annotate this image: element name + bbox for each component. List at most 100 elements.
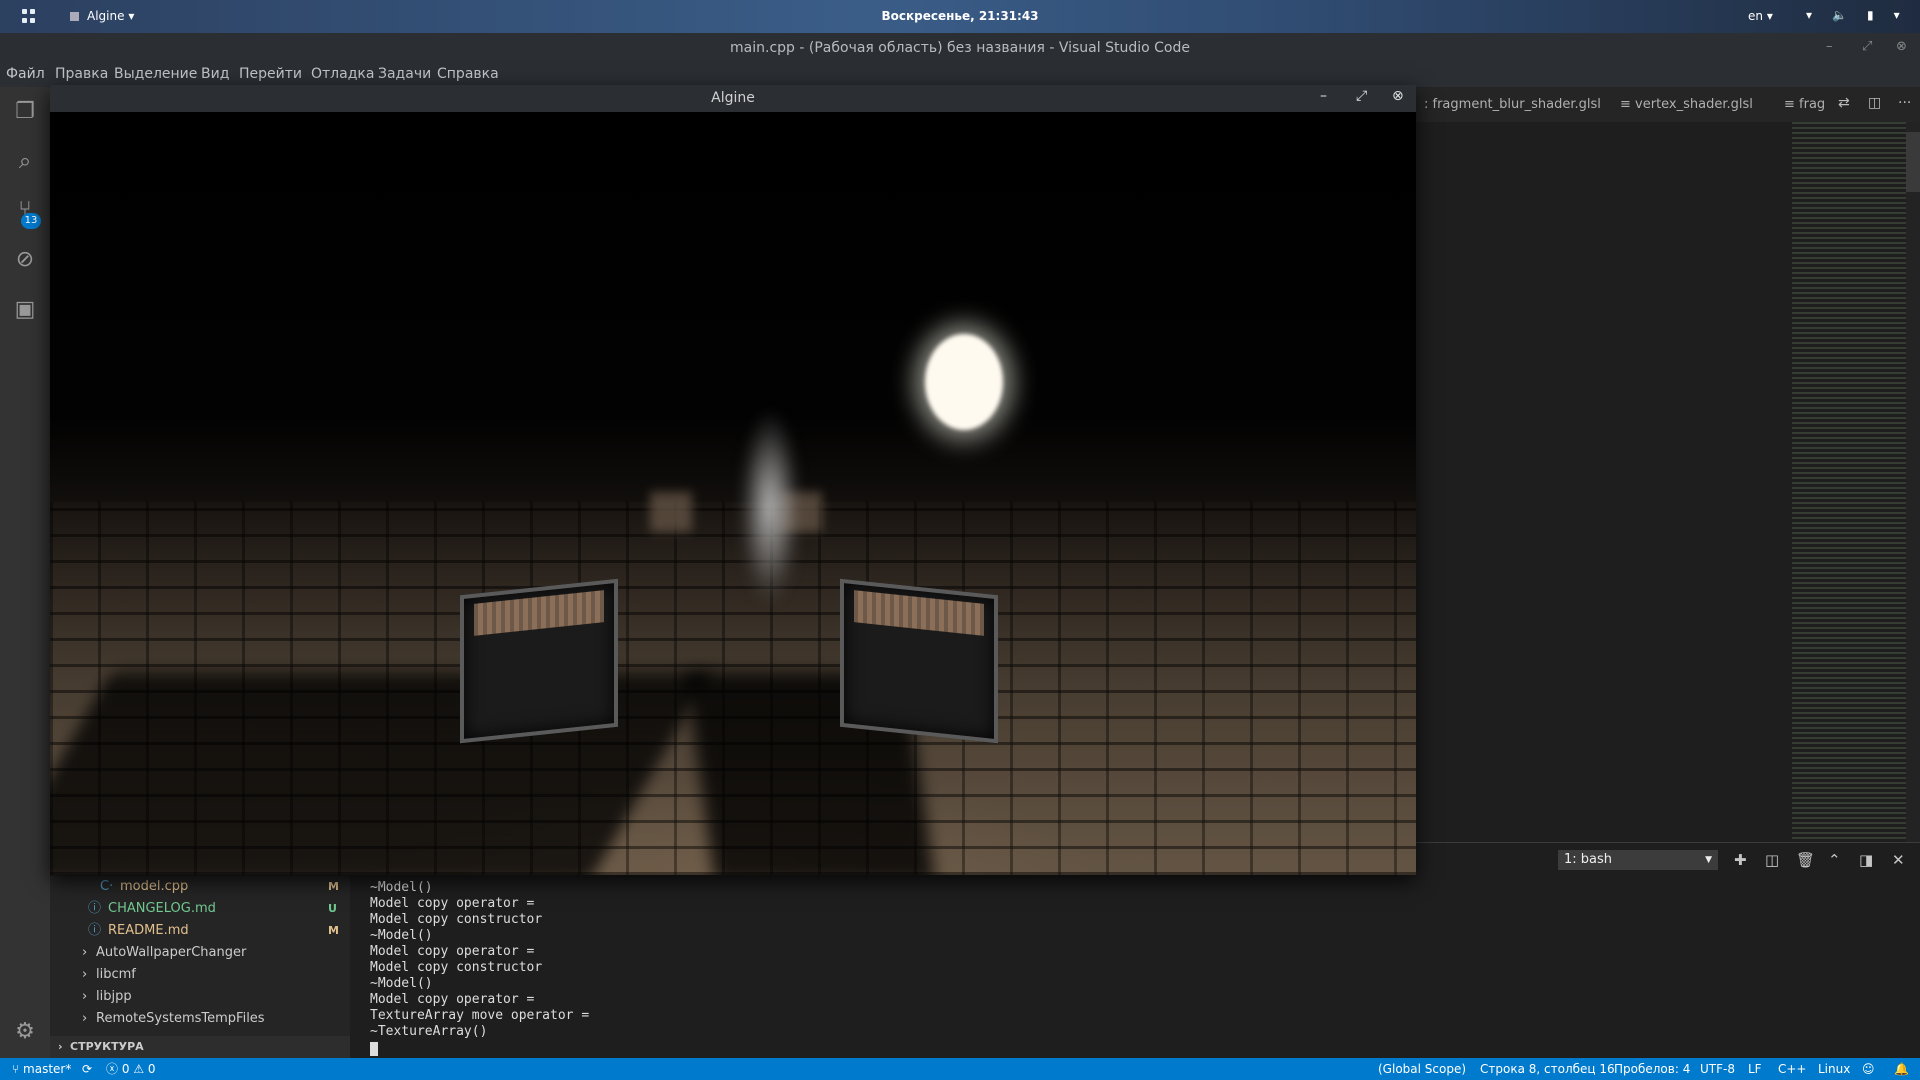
- clock[interactable]: Воскресенье, 21:31:43: [0, 9, 1920, 23]
- line-ending[interactable]: LF: [1748, 1058, 1762, 1080]
- tab-vertex-shader[interactable]: ≡ vertex_shader.glsl: [1620, 97, 1753, 112]
- crate: [460, 578, 618, 744]
- list-item[interactable]: ⓘ README.md M: [50, 920, 350, 942]
- terminal-line: Model copy operator =: [370, 944, 535, 959]
- status-bar: ⑂ master* ⟳ ⓧ 0 ⚠ 0 (Global Scope) Строк…: [0, 1058, 1920, 1080]
- algine-titlebar[interactable]: Algine – ⤢ ⊗: [50, 85, 1416, 112]
- terminal-line: ~TextureArray(): [370, 1024, 488, 1039]
- compare-icon[interactable]: ⇄: [1838, 95, 1850, 111]
- terminal-line: Model copy operator =: [370, 992, 535, 1007]
- menu-edit[interactable]: Правка: [55, 66, 108, 82]
- gear-icon[interactable]: ⚙: [12, 1019, 38, 1045]
- cursor-position[interactable]: Строка 8, столбец 16: [1480, 1058, 1615, 1080]
- menu-bar: Файл Правка Выделение Вид Перейти Отладк…: [0, 63, 1920, 87]
- wifi-icon: ▾: [1806, 8, 1833, 22]
- git-status: M: [328, 924, 339, 937]
- tab-fragment-blur-shader[interactable]: : fragment_blur_shader.glsl: [1424, 97, 1601, 112]
- volume-icon: 🔈: [1832, 8, 1867, 22]
- branch-icon: ⑂: [12, 1062, 20, 1076]
- cpp-file-icon: C·: [100, 879, 114, 894]
- terminal-line: ~Model(): [370, 880, 433, 895]
- bell-icon[interactable]: 🔔: [1894, 1058, 1909, 1080]
- warning-icon: ⚠: [133, 1062, 145, 1076]
- problems-indicator[interactable]: ⓧ 0 ⚠ 0: [106, 1058, 156, 1080]
- chevron-right-icon: ›: [58, 1040, 63, 1053]
- chevron-right-icon: ›: [82, 967, 88, 982]
- maximize-icon[interactable]: ⤢: [1862, 39, 1872, 54]
- language-mode[interactable]: C++: [1778, 1058, 1807, 1080]
- git-status: U: [328, 902, 337, 915]
- menu-go[interactable]: Перейти: [239, 66, 302, 82]
- platform[interactable]: Linux: [1818, 1058, 1850, 1080]
- chevron-right-icon: ›: [82, 1011, 88, 1026]
- terminal-line: Model copy constructor: [370, 912, 543, 927]
- extensions-icon[interactable]: ▣: [12, 297, 38, 323]
- terminal-line: Model copy constructor: [370, 960, 543, 975]
- minimize-icon[interactable]: –: [1320, 88, 1327, 104]
- feedback-icon[interactable]: ☺: [1862, 1058, 1875, 1080]
- git-branch[interactable]: ⑂ master*: [12, 1058, 71, 1080]
- add-terminal-icon[interactable]: ✚: [1734, 851, 1747, 869]
- menu-view[interactable]: Вид: [201, 66, 229, 82]
- menu-help[interactable]: Справка: [437, 66, 499, 82]
- minimize-icon[interactable]: –: [1826, 39, 1833, 54]
- language-indicator[interactable]: en ▾: [1748, 9, 1773, 23]
- window-titlebar: main.cpp - (Рабочая область) без названи…: [0, 33, 1920, 63]
- chevron-right-icon: ›: [82, 989, 88, 1004]
- info-icon: ⓘ: [88, 901, 102, 916]
- menu-selection[interactable]: Выделение: [114, 66, 197, 82]
- panel-layout-icon[interactable]: ◨: [1859, 851, 1873, 869]
- list-item[interactable]: ⓘ CHANGELOG.md U: [50, 898, 350, 920]
- close-panel-icon[interactable]: ✕: [1892, 851, 1905, 869]
- menu-debug[interactable]: Отладка: [311, 66, 374, 82]
- search-icon[interactable]: ⌕: [12, 149, 38, 175]
- close-icon[interactable]: ⊗: [1392, 88, 1404, 104]
- minimap[interactable]: [1792, 122, 1906, 842]
- trash-icon[interactable]: 🗑: [1796, 851, 1815, 869]
- chevron-down-icon: ▼: [1705, 855, 1712, 865]
- system-tray[interactable]: ▾🔈▮▾: [1806, 8, 1920, 22]
- crate: [840, 578, 998, 744]
- editor-scrollbar[interactable]: [1906, 122, 1920, 842]
- encoding[interactable]: UTF-8: [1700, 1058, 1735, 1080]
- debug-icon[interactable]: ⊘: [12, 247, 38, 273]
- tab-frag[interactable]: ≡ frag: [1784, 97, 1825, 112]
- terminal-line: Model copy operator =: [370, 896, 535, 911]
- scrollbar-thumb[interactable]: [1906, 132, 1920, 192]
- explorer-icon[interactable]: ❐: [12, 99, 38, 125]
- battery-icon: ▮: [1866, 8, 1894, 22]
- more-icon[interactable]: ···: [1898, 95, 1911, 111]
- sync-icon[interactable]: ⟳: [82, 1058, 92, 1080]
- outline-section-header[interactable]: › СТРУКТУРА: [50, 1036, 350, 1058]
- list-item[interactable]: C· model.cpp M: [50, 876, 350, 898]
- terminal-cursor: [370, 1042, 378, 1056]
- menu-tasks[interactable]: Задачи: [378, 66, 431, 82]
- folder-item[interactable]: › AutoWallpaperChanger: [50, 942, 350, 964]
- scm-badge: 13: [21, 213, 41, 229]
- terminal-line: TextureArray move operator =: [370, 1008, 590, 1023]
- blurred-statue: [740, 412, 800, 602]
- close-icon[interactable]: ⊗: [1896, 39, 1907, 54]
- chevron-right-icon: ›: [82, 945, 88, 960]
- chevron-down-icon: ▾: [1893, 8, 1920, 22]
- system-top-bar: Algine ▾ Воскресенье, 21:31:43 en ▾ ▾🔈▮▾: [0, 0, 1920, 33]
- maximize-icon[interactable]: ⤢: [1356, 88, 1367, 104]
- menu-file[interactable]: Файл: [6, 66, 45, 82]
- folder-item[interactable]: › libcmf: [50, 964, 350, 986]
- chevron-up-icon[interactable]: ⌃: [1828, 851, 1841, 869]
- folder-item[interactable]: › RemoteSystemsTempFiles: [50, 1008, 350, 1030]
- scope-indicator[interactable]: (Global Scope): [1378, 1058, 1466, 1080]
- split-terminal-icon[interactable]: ◫: [1765, 851, 1779, 869]
- terminal-line: ~Model(): [370, 976, 433, 991]
- split-editor-icon[interactable]: ◫: [1868, 95, 1881, 111]
- terminal-output[interactable]: ~Model() Model copy operator = Model cop…: [350, 877, 1920, 1058]
- algine-title: Algine: [711, 90, 755, 106]
- distant-box: [650, 492, 692, 532]
- render-viewport[interactable]: [50, 112, 1416, 875]
- folder-item[interactable]: › libjpp: [50, 986, 350, 1008]
- indentation[interactable]: Пробелов: 4: [1614, 1058, 1690, 1080]
- info-icon: ⓘ: [88, 923, 102, 938]
- terminal-select[interactable]: 1: bash ▼: [1558, 850, 1718, 870]
- git-status: M: [328, 880, 339, 893]
- algine-window: Algine – ⤢ ⊗: [50, 85, 1416, 875]
